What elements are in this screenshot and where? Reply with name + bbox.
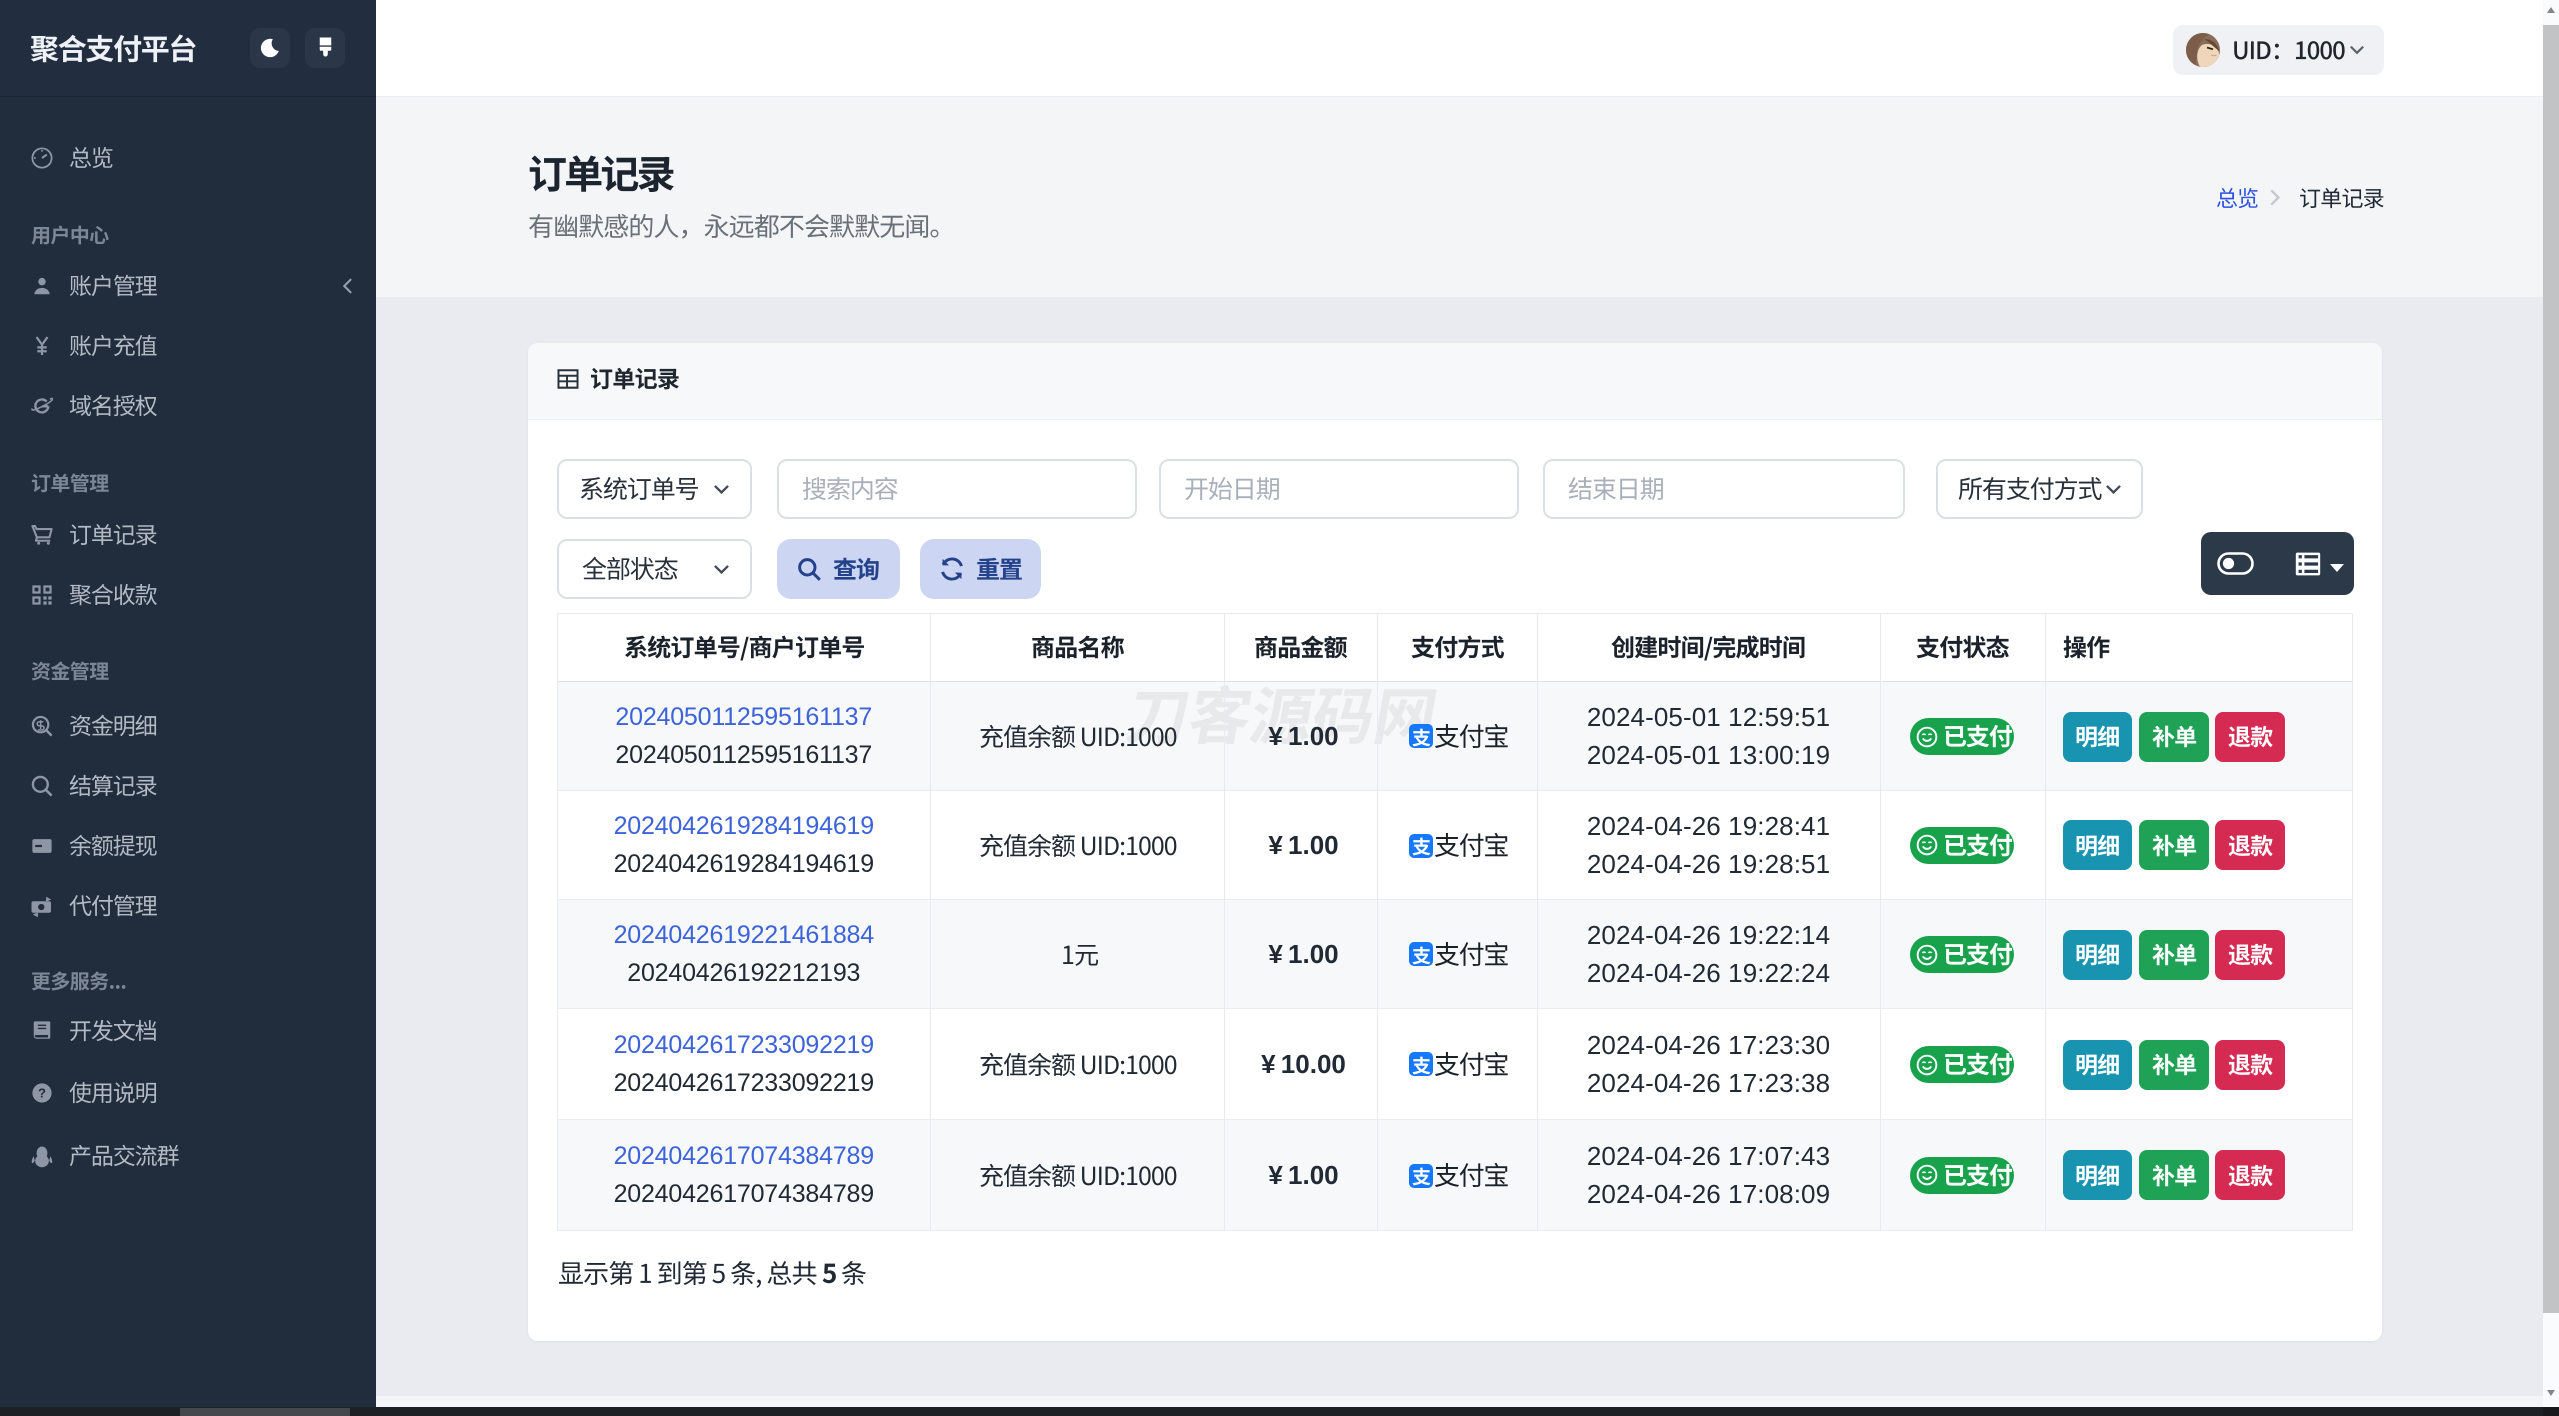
svg-text:?: ? xyxy=(38,1085,46,1100)
